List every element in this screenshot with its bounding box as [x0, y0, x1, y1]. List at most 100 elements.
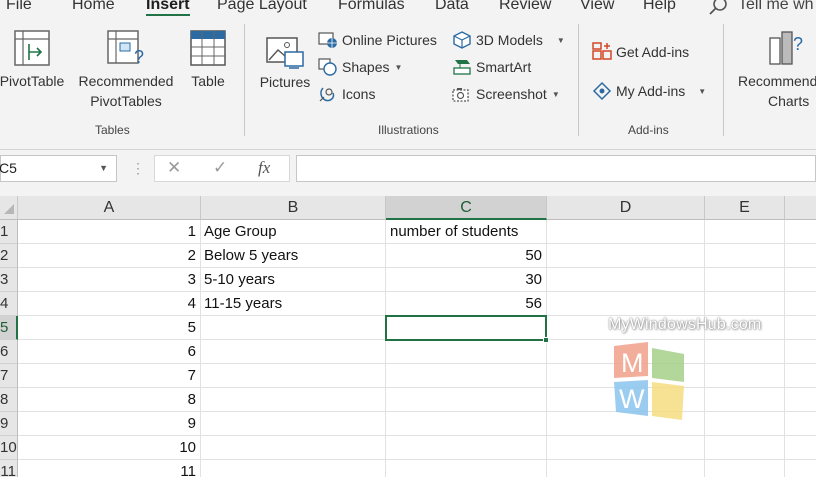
my-addins-button[interactable]: My Add-ins ▼ — [592, 80, 706, 102]
pictures-button[interactable]: Pictures — [256, 36, 314, 92]
shapes-icon — [318, 58, 337, 76]
tab-formulas[interactable]: Formulas — [338, 0, 405, 14]
svg-text:?: ? — [793, 34, 803, 54]
recommended-charts-button[interactable]: ? Recommend Charts — [736, 30, 816, 111]
cell-a1[interactable]: 1 — [18, 220, 200, 244]
table-label: Table — [191, 73, 225, 89]
column-header-b[interactable]: B — [201, 196, 386, 220]
cell-a10[interactable]: 10 — [18, 436, 200, 460]
name-box-dropdown-icon[interactable]: ▼ — [99, 163, 108, 173]
cell-a6[interactable]: 6 — [18, 340, 200, 364]
tab-help[interactable]: Help — [643, 0, 676, 14]
watermark-text: MyWindowsHub.com — [608, 316, 762, 333]
tab-data[interactable]: Data — [435, 0, 469, 14]
enter-check-icon[interactable]: ✓ — [213, 158, 227, 178]
table-button[interactable]: Table — [186, 30, 230, 91]
row-header-4[interactable]: 4 — [0, 292, 18, 316]
watermark-letter-w: W — [619, 384, 645, 414]
tab-page-layout[interactable]: Page Layout — [217, 0, 307, 14]
cell-a8[interactable]: 8 — [18, 388, 200, 412]
pictures-icon — [266, 37, 304, 69]
cell-b1[interactable]: Age Group — [200, 220, 385, 244]
screenshot-camera-icon — [452, 88, 469, 102]
column-header-c[interactable]: C — [386, 196, 547, 220]
my-addins-icon — [592, 81, 612, 101]
screenshot-button[interactable]: Screenshot ▼ — [452, 83, 560, 105]
name-box[interactable]: C5 ▼ — [0, 155, 117, 182]
row-header-8[interactable]: 8 — [0, 388, 18, 412]
row-header-1[interactable]: 1 — [0, 220, 18, 244]
pictures-label: Pictures — [259, 74, 311, 90]
row-header-2[interactable]: 2 — [0, 244, 18, 268]
search-icon[interactable] — [708, 0, 728, 16]
select-all-corner[interactable] — [0, 196, 18, 220]
get-addins-label: Get Add-ins — [616, 44, 690, 60]
ribbon-tab-bar: File Home Insert Page Layout Formulas Da… — [0, 0, 816, 17]
insert-function-icon[interactable]: fx — [258, 158, 270, 178]
tab-file[interactable]: File — [6, 0, 32, 14]
smartart-button[interactable]: SmartArt — [452, 56, 531, 78]
cell-a2[interactable]: 2 — [18, 244, 200, 268]
fill-handle[interactable] — [543, 337, 549, 343]
recommended-pivottables-button[interactable]: ? Recommended PivotTables — [74, 30, 178, 111]
pivottable-button[interactable]: PivotTable — [0, 30, 66, 91]
row-header-9[interactable]: 9 — [0, 412, 18, 436]
table-icon — [190, 30, 226, 66]
cell-a3[interactable]: 3 — [18, 268, 200, 292]
recommended-pivottables-label-1: Recommended — [78, 73, 174, 89]
formula-bar-grip-icon[interactable]: ⋮ — [131, 160, 145, 177]
watermark-letter-m: M — [621, 348, 644, 378]
formula-input[interactable] — [296, 155, 816, 182]
online-pictures-button[interactable]: Online Pictures — [318, 29, 437, 51]
cancel-icon[interactable]: ✕ — [167, 158, 181, 178]
3d-models-button[interactable]: 3D Models ▼ — [452, 29, 565, 51]
active-cell-c5[interactable] — [385, 315, 547, 341]
column-header-e[interactable]: E — [705, 196, 785, 220]
column-header-a[interactable]: A — [18, 196, 201, 220]
cell-c1[interactable]: number of students — [386, 220, 546, 244]
cell-a9[interactable]: 9 — [18, 412, 200, 436]
cell-a5[interactable]: 5 — [18, 316, 200, 340]
cell-a4[interactable]: 4 — [18, 292, 200, 316]
group-divider — [578, 24, 579, 136]
cell-b3[interactable]: 5-10 years — [200, 268, 385, 292]
pivottable-icon — [14, 30, 50, 66]
tell-me-box[interactable]: Tell me wh — [738, 0, 814, 14]
get-addins-button[interactable]: Get Add-ins — [592, 41, 689, 63]
cell-c4[interactable]: 56 — [386, 292, 546, 316]
column-header-f[interactable] — [785, 196, 816, 220]
my-addins-label: My Add-ins — [616, 83, 686, 99]
cell-a7[interactable]: 7 — [18, 364, 200, 388]
shapes-dropdown-icon: ▼ — [394, 62, 403, 72]
recommended-charts-label-2: Charts — [768, 93, 810, 109]
ribbon: PivotTable ? Recommended PivotTables Tab… — [0, 16, 816, 150]
tab-review[interactable]: Review — [499, 0, 551, 14]
smartart-icon — [453, 60, 471, 75]
tab-insert[interactable]: Insert — [146, 0, 190, 14]
pivottable-label: PivotTable — [0, 73, 65, 89]
group-divider — [723, 24, 724, 136]
screenshot-dropdown-icon: ▼ — [551, 89, 560, 99]
name-box-value: C5 — [0, 160, 17, 176]
tab-view[interactable]: View — [580, 0, 614, 14]
row-header-11[interactable]: 11 — [0, 460, 18, 477]
cell-b4[interactable]: 11-15 years — [200, 292, 385, 316]
row-header-5[interactable]: 5 — [0, 316, 18, 340]
column-header-d[interactable]: D — [547, 196, 705, 220]
tab-home[interactable]: Home — [72, 0, 115, 14]
row-header-7[interactable]: 7 — [0, 364, 18, 388]
row-header-3[interactable]: 3 — [0, 268, 18, 292]
row-header-10[interactable]: 10 — [0, 436, 18, 460]
shapes-button[interactable]: Shapes ▼ — [318, 56, 402, 78]
watermark-logo-icon: M W — [614, 342, 684, 420]
3d-models-dropdown-icon: ▼ — [556, 35, 565, 45]
icons-button[interactable]: Icons — [318, 83, 375, 105]
3d-cube-icon — [453, 31, 471, 49]
cell-c3[interactable]: 30 — [386, 268, 546, 292]
row-header-6[interactable]: 6 — [0, 340, 18, 364]
cell-c2[interactable]: 50 — [386, 244, 546, 268]
online-pictures-icon — [318, 32, 337, 48]
icons-icon — [319, 87, 335, 102]
cell-a11[interactable]: 11 — [18, 460, 200, 477]
cell-b2[interactable]: Below 5 years — [200, 244, 385, 268]
